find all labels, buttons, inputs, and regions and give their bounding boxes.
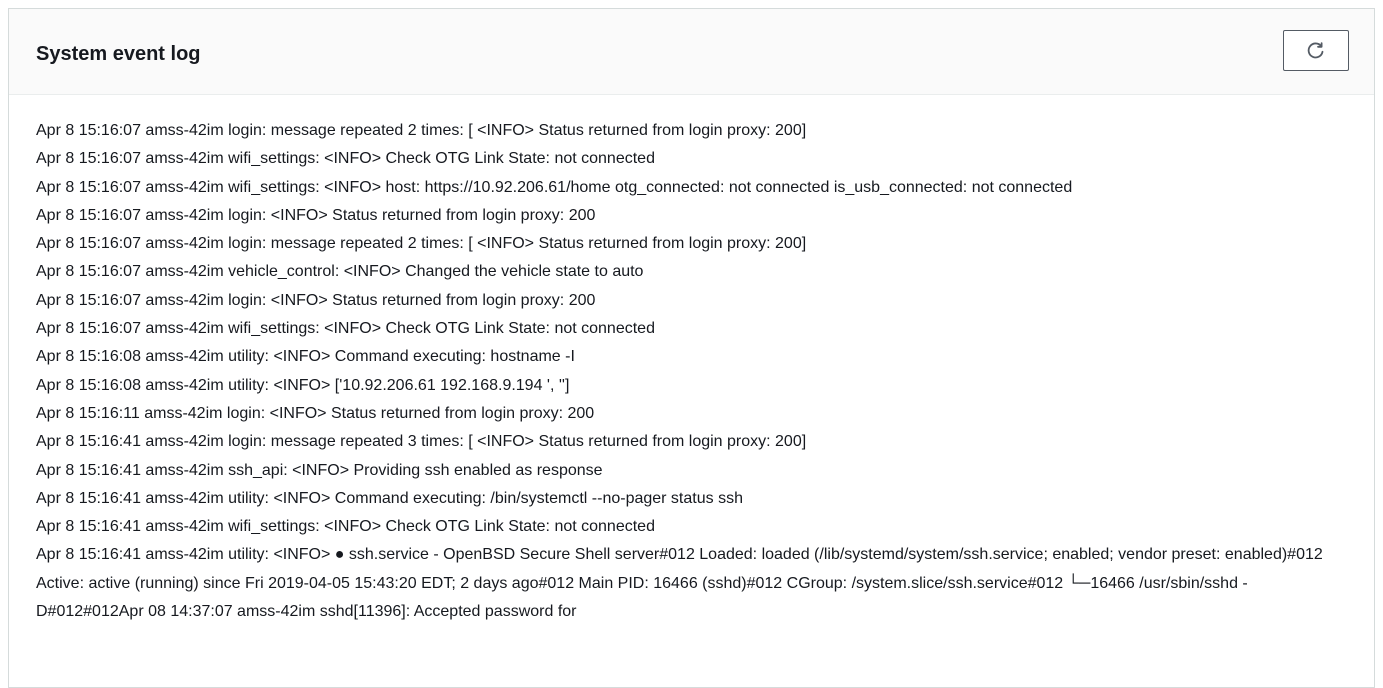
log-line: Apr 8 15:16:07 amss-42im wifi_settings: …	[36, 150, 655, 168]
log-line: Apr 8 15:16:07 amss-42im login: <INFO> S…	[36, 291, 596, 309]
log-line: Apr 8 15:16:07 amss-42im login: message …	[36, 122, 807, 139]
log-line: Apr 8 15:16:41 amss-42im wifi_settings: …	[36, 518, 655, 536]
refresh-icon	[1307, 41, 1325, 60]
log-line: Apr 8 15:16:11 amss-42im login: <INFO> S…	[36, 404, 595, 422]
log-line: Apr 8 15:16:07 amss-42im vehicle_control…	[36, 263, 644, 281]
system-event-log-panel: System event log Apr 8 15:16:07 amss-42i…	[8, 8, 1375, 688]
refresh-button[interactable]	[1283, 30, 1349, 71]
log-line: Apr 8 15:16:07 amss-42im login: <INFO> S…	[36, 206, 596, 224]
log-content: Apr 8 15:16:07 amss-42im login: message …	[36, 117, 1346, 626]
log-line: Apr 8 15:16:08 amss-42im utility: <INFO>…	[36, 348, 575, 366]
log-line: Apr 8 15:16:07 amss-42im wifi_settings: …	[36, 178, 1073, 196]
log-line: Apr 8 15:16:41 amss-42im login: message …	[36, 433, 807, 451]
log-line: Apr 8 15:16:41 amss-42im utility: <INFO>…	[36, 546, 1323, 621]
log-line: Apr 8 15:16:08 amss-42im utility: <INFO>…	[36, 376, 570, 394]
panel-header: System event log	[9, 9, 1374, 95]
panel-title: System event log	[36, 43, 201, 65]
log-line: Apr 8 15:16:41 amss-42im ssh_api: <INFO>…	[36, 461, 603, 479]
log-line: Apr 8 15:16:07 amss-42im wifi_settings: …	[36, 320, 655, 338]
log-line: Apr 8 15:16:41 amss-42im utility: <INFO>…	[36, 489, 743, 507]
log-line: Apr 8 15:16:07 amss-42im login: message …	[36, 235, 807, 253]
